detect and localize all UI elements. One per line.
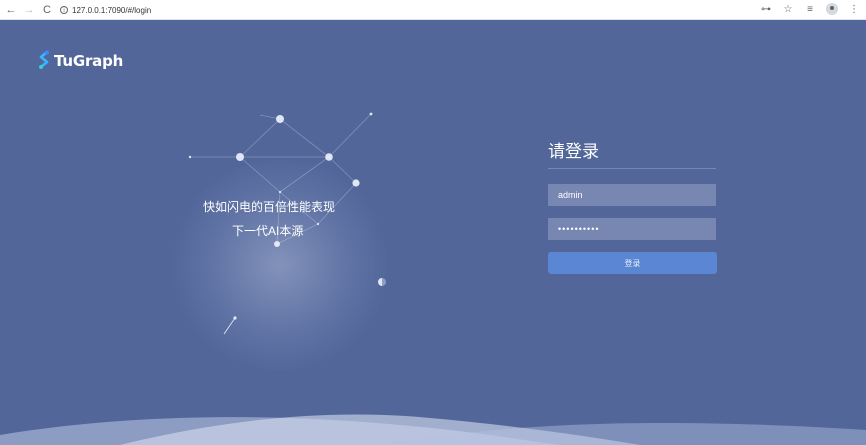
back-icon[interactable]: ← (4, 3, 18, 17)
key-icon[interactable]: ⊶ (760, 4, 772, 15)
address-url: 127.0.0.1:7090/#/login (72, 5, 152, 15)
star-icon[interactable]: ☆ (782, 4, 794, 15)
menu-icon[interactable]: ⋮ (848, 4, 860, 15)
login-page: TuGraph 快如闪电的百倍性能表现 下一代AI本源 请登录 登录 (0, 20, 866, 445)
address-bar[interactable]: i 127.0.0.1:7090/#/login (60, 3, 310, 17)
profile-avatar-icon[interactable] (826, 3, 838, 15)
browser-toolbar: ← → C i 127.0.0.1:7090/#/login ⊶ ☆ ≡ ⋮ (0, 0, 866, 20)
info-icon[interactable]: i (60, 6, 68, 14)
wave-decoration (0, 414, 866, 445)
reading-list-icon[interactable]: ≡ (804, 4, 816, 15)
reload-icon[interactable]: C (40, 3, 54, 17)
forward-icon[interactable]: → (22, 3, 36, 17)
